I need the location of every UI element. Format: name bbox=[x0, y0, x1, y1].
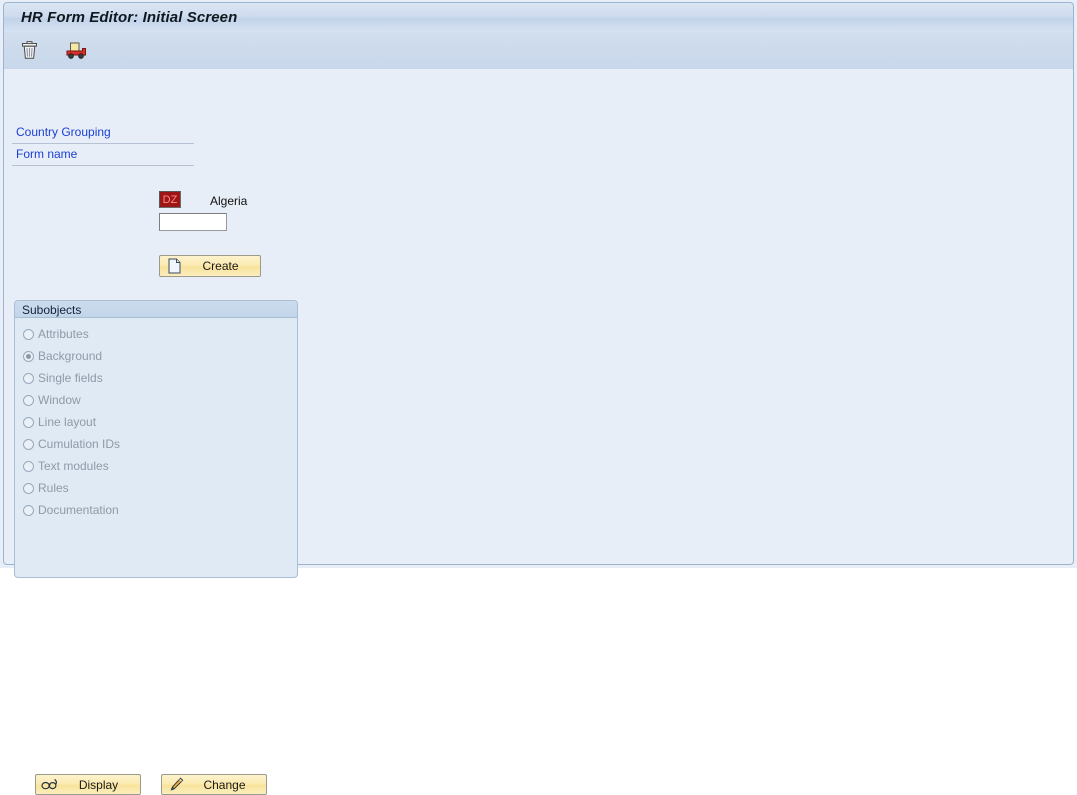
radio-icon bbox=[23, 394, 34, 406]
radio-icon bbox=[23, 328, 34, 340]
title-bar: HR Form Editor: Initial Screen bbox=[3, 2, 1074, 32]
delete-button[interactable] bbox=[14, 36, 44, 64]
pencil-icon bbox=[165, 777, 187, 792]
radio-option-single-fields[interactable]: Single fields bbox=[23, 367, 283, 389]
subobjects-title: Subobjects bbox=[22, 303, 82, 317]
radio-option-label: Window bbox=[38, 393, 81, 407]
display-button-label: Display bbox=[78, 777, 119, 792]
radio-option-window[interactable]: Window bbox=[23, 389, 283, 411]
toolbar: © www.tutorialkart.com bbox=[3, 32, 1074, 94]
radio-option-label: Cumulation IDs bbox=[38, 437, 121, 451]
radio-icon bbox=[23, 438, 34, 450]
country-grouping-input[interactable] bbox=[159, 191, 181, 208]
radio-icon-selected bbox=[23, 350, 34, 362]
transport-icon bbox=[66, 42, 86, 59]
change-button-label: Change bbox=[203, 777, 246, 792]
application-window: HR Form Editor: Initial Screen © www.tut… bbox=[0, 0, 1077, 795]
radio-icon bbox=[23, 504, 34, 516]
radio-icon bbox=[23, 460, 34, 472]
country-grouping-description: Algeria bbox=[210, 194, 248, 208]
row-divider bbox=[12, 165, 194, 166]
radio-option-label: Attributes bbox=[38, 327, 89, 341]
subobjects-radio-group: Attributes Background Single fields Wind… bbox=[23, 323, 283, 521]
radio-option-attributes[interactable]: Attributes bbox=[23, 323, 283, 345]
document-icon bbox=[163, 258, 185, 274]
radio-option-line-layout[interactable]: Line layout bbox=[23, 411, 283, 433]
radio-option-label: Rules bbox=[38, 481, 69, 495]
create-button-label: Create bbox=[202, 259, 239, 273]
radio-option-label: Text modules bbox=[38, 459, 109, 473]
page-title: HR Form Editor: Initial Screen bbox=[21, 9, 238, 26]
form-name-row: Form name bbox=[12, 144, 194, 166]
subobjects-panel: Subobjects Attributes Background Single … bbox=[14, 300, 298, 795]
radio-option-label: Line layout bbox=[38, 415, 97, 429]
display-button[interactable]: Display bbox=[35, 774, 141, 795]
radio-option-label: Single fields bbox=[38, 371, 103, 385]
radio-option-background[interactable]: Background bbox=[23, 345, 283, 367]
create-button[interactable]: Create bbox=[159, 255, 261, 277]
subobjects-panel-header: Subobjects bbox=[15, 301, 297, 318]
delete-icon bbox=[21, 40, 37, 59]
form-name-input[interactable] bbox=[159, 213, 227, 231]
radio-icon bbox=[23, 482, 34, 494]
radio-option-cumulation-ids[interactable]: Cumulation IDs bbox=[23, 433, 283, 455]
country-grouping-label: Country Grouping bbox=[16, 125, 111, 139]
radio-icon bbox=[23, 372, 34, 384]
radio-option-label: Background bbox=[38, 349, 103, 363]
transport-button[interactable] bbox=[61, 36, 91, 64]
radio-icon bbox=[23, 416, 34, 428]
content-area: Country Grouping Form name Algeria Creat… bbox=[3, 69, 1074, 795]
change-button[interactable]: Change bbox=[161, 774, 267, 795]
glasses-icon bbox=[39, 778, 61, 791]
radio-option-text-modules[interactable]: Text modules bbox=[23, 455, 283, 477]
form-name-label: Form name bbox=[16, 147, 78, 161]
radio-option-rules[interactable]: Rules bbox=[23, 477, 283, 499]
radio-option-label: Documentation bbox=[38, 503, 119, 517]
country-grouping-row: Country Grouping bbox=[12, 122, 194, 144]
radio-option-documentation[interactable]: Documentation bbox=[23, 499, 283, 521]
